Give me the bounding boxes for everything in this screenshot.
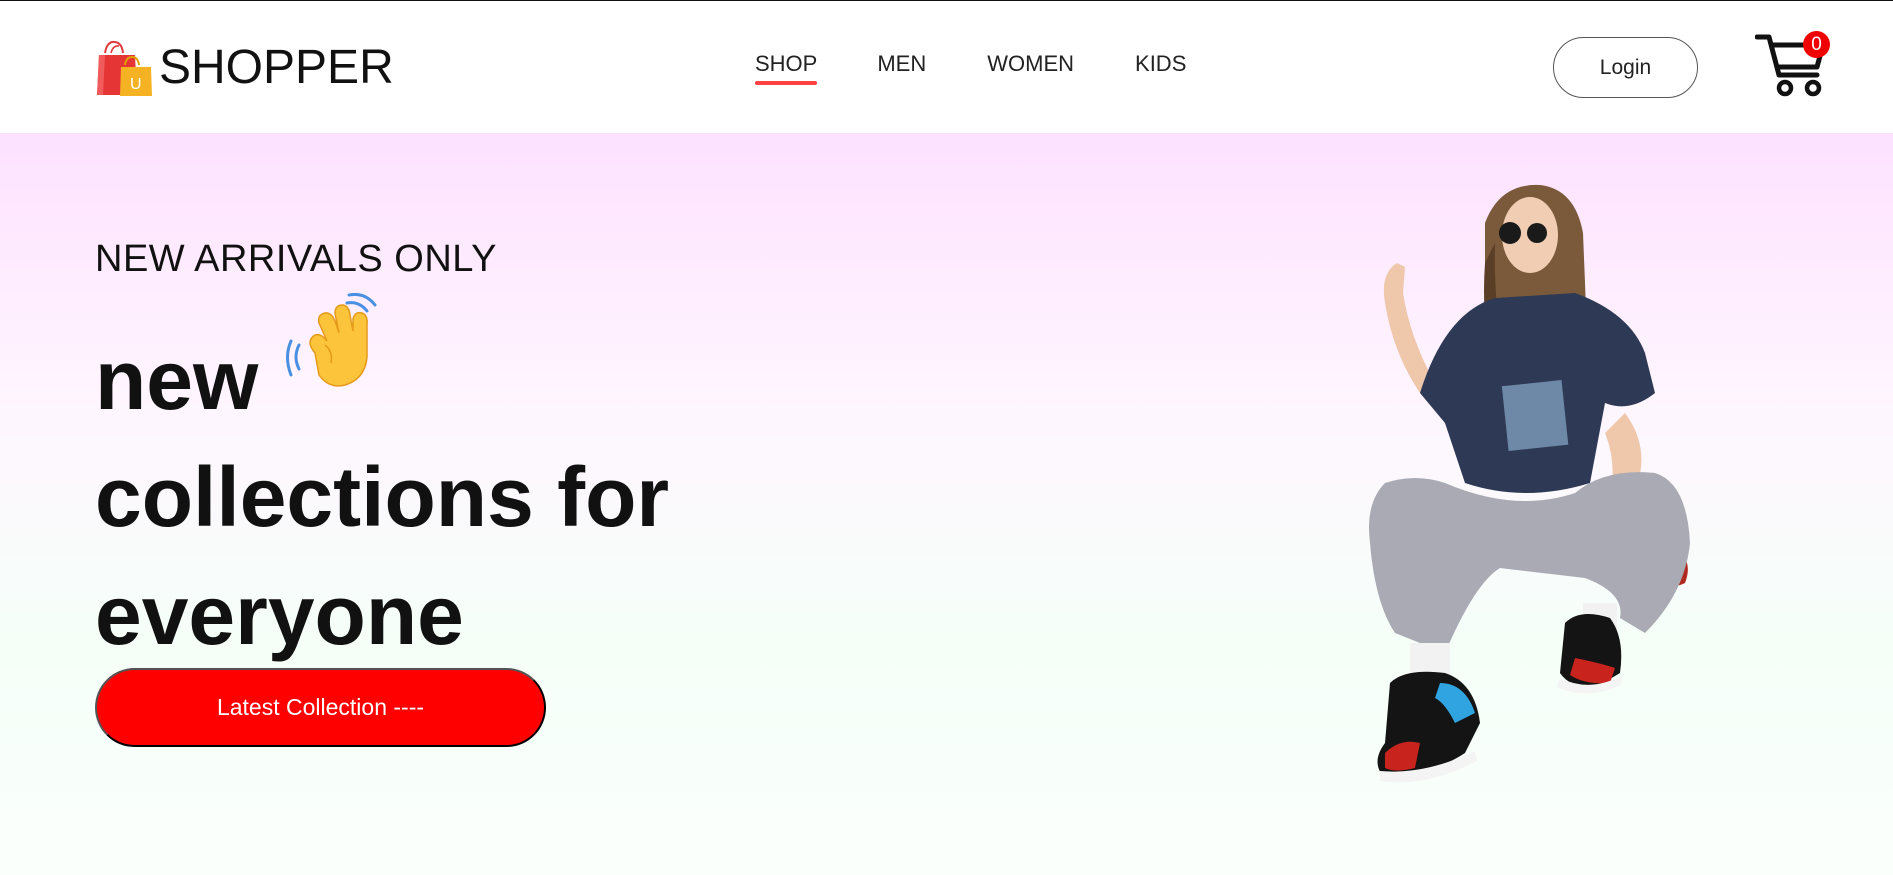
nav-item-label: WOMEN	[987, 51, 1075, 76]
latest-collection-button[interactable]: Latest Collection ----	[95, 668, 546, 747]
svg-text:U: U	[130, 76, 142, 93]
navbar: U SHOPPER SHOP MEN WOMEN KIDS Login 0	[0, 1, 1893, 133]
login-button[interactable]: Login	[1553, 37, 1698, 98]
nav-item-shop[interactable]: SHOP	[755, 51, 818, 91]
active-underline	[755, 81, 818, 85]
hero-headline-line-2: collections for	[95, 450, 670, 544]
shopping-bags-icon: U	[97, 40, 152, 96]
nav-item-men[interactable]: MEN	[877, 51, 926, 91]
brand[interactable]: U SHOPPER	[95, 39, 394, 97]
hero-kicker: NEW ARRIVALS ONLY	[95, 238, 497, 280]
nav-item-label: MEN	[877, 51, 927, 76]
brand-name: SHOPPER	[159, 41, 394, 94]
main-menu: SHOP MEN WOMEN KIDS	[755, 51, 1186, 91]
waving-hand-icon	[286, 293, 377, 387]
hero-headline-line-3: everyone	[95, 568, 464, 662]
nav-item-women[interactable]: WOMEN	[987, 51, 1074, 91]
model-photo	[1369, 184, 1690, 783]
hero-headline-line-1: new	[95, 333, 259, 427]
nav-item-kids[interactable]: KIDS	[1135, 51, 1186, 91]
hero-section: NEW ARRIVALS ONLY new collections for ev…	[0, 133, 1893, 875]
nav-item-label: SHOP	[755, 51, 818, 76]
cart-count-badge: 0	[1803, 31, 1830, 58]
nav-item-label: KIDS	[1135, 51, 1187, 76]
